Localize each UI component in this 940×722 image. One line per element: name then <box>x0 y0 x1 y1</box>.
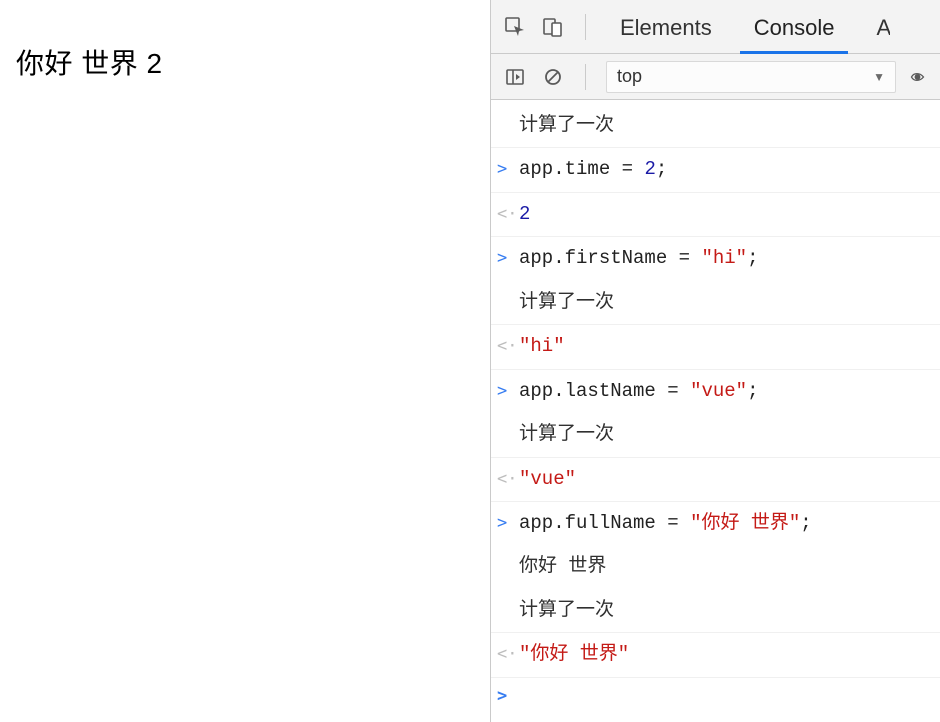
console-message: "vue" <box>519 465 930 494</box>
console-message: app.lastName = "vue"; <box>519 377 930 406</box>
console-message: 计算了一次 <box>519 420 930 449</box>
console-row: >app.time = 2; <box>491 148 940 192</box>
console-message: "hi" <box>519 332 930 361</box>
page-content-pane: 你好 世界 2 <box>0 0 490 722</box>
console-row: >app.fullName = "你好 世界"; <box>491 502 940 545</box>
console-output-marker-icon: <· <box>497 640 519 667</box>
console-filter-bar: top ▼ <box>491 54 940 100</box>
console-output-marker-icon: <· <box>497 200 519 227</box>
console-row: >app.firstName = "hi"; <box>491 237 940 280</box>
console-row: <·"hi" <box>491 325 940 369</box>
console-input-marker-icon: > <box>497 509 519 536</box>
console-message: app.fullName = "你好 世界"; <box>519 509 930 538</box>
console-input-marker-icon: > <box>497 244 519 271</box>
console-row: <·2 <box>491 193 940 237</box>
inspect-element-icon[interactable] <box>503 15 527 39</box>
console-row: >app.lastName = "vue"; <box>491 370 940 413</box>
console-row: <·"你好 世界" <box>491 633 940 677</box>
console-message: 计算了一次 <box>519 596 930 625</box>
console-message: 你好 世界 <box>519 552 930 581</box>
console-output-marker-icon: <· <box>497 332 519 359</box>
context-selector[interactable]: top ▼ <box>606 61 896 93</box>
console-row: <·"vue" <box>491 458 940 502</box>
chevron-down-icon: ▼ <box>873 70 885 84</box>
tab-more-cut[interactable]: A <box>862 3 890 54</box>
console-prompt-row[interactable]: > <box>491 678 940 714</box>
console-row: 计算了一次 <box>491 589 940 633</box>
devtools-panel: Elements Console A top ▼ <box>490 0 940 722</box>
console-message: "你好 世界" <box>519 640 930 669</box>
console-message: app.firstName = "hi"; <box>519 244 930 273</box>
console-row: 计算了一次 <box>491 413 940 457</box>
console-log-marker <box>497 288 519 315</box>
devtools-tab-bar: Elements Console A <box>491 0 940 54</box>
console-log-marker <box>497 596 519 623</box>
context-selector-value: top <box>617 66 642 87</box>
console-log-marker <box>497 111 519 138</box>
tab-separator <box>585 14 586 40</box>
console-log-area[interactable]: 计算了一次>app.time = 2;<·2>app.firstName = "… <box>491 100 940 722</box>
device-toolbar-icon[interactable] <box>541 15 565 39</box>
console-message: 计算了一次 <box>519 288 930 317</box>
tab-console[interactable]: Console <box>740 3 849 54</box>
console-input[interactable] <box>519 685 930 707</box>
console-prompt-icon: > <box>497 685 519 706</box>
console-log-marker <box>497 552 519 579</box>
console-message: app.time = 2; <box>519 155 930 184</box>
live-expression-icon[interactable] <box>910 67 928 87</box>
console-row: 计算了一次 <box>491 104 940 148</box>
page-text: 你好 世界 2 <box>16 48 163 79</box>
console-log-marker <box>497 420 519 447</box>
console-row: 你好 世界 <box>491 545 940 588</box>
console-message: 2 <box>519 200 930 229</box>
console-message: 计算了一次 <box>519 111 930 140</box>
console-input-marker-icon: > <box>497 377 519 404</box>
tab-elements[interactable]: Elements <box>606 3 726 54</box>
console-output-marker-icon: <· <box>497 465 519 492</box>
filter-separator <box>585 64 586 90</box>
console-sidebar-toggle-icon[interactable] <box>503 65 527 89</box>
console-row: 计算了一次 <box>491 281 940 325</box>
clear-console-icon[interactable] <box>541 65 565 89</box>
console-input-marker-icon: > <box>497 155 519 182</box>
